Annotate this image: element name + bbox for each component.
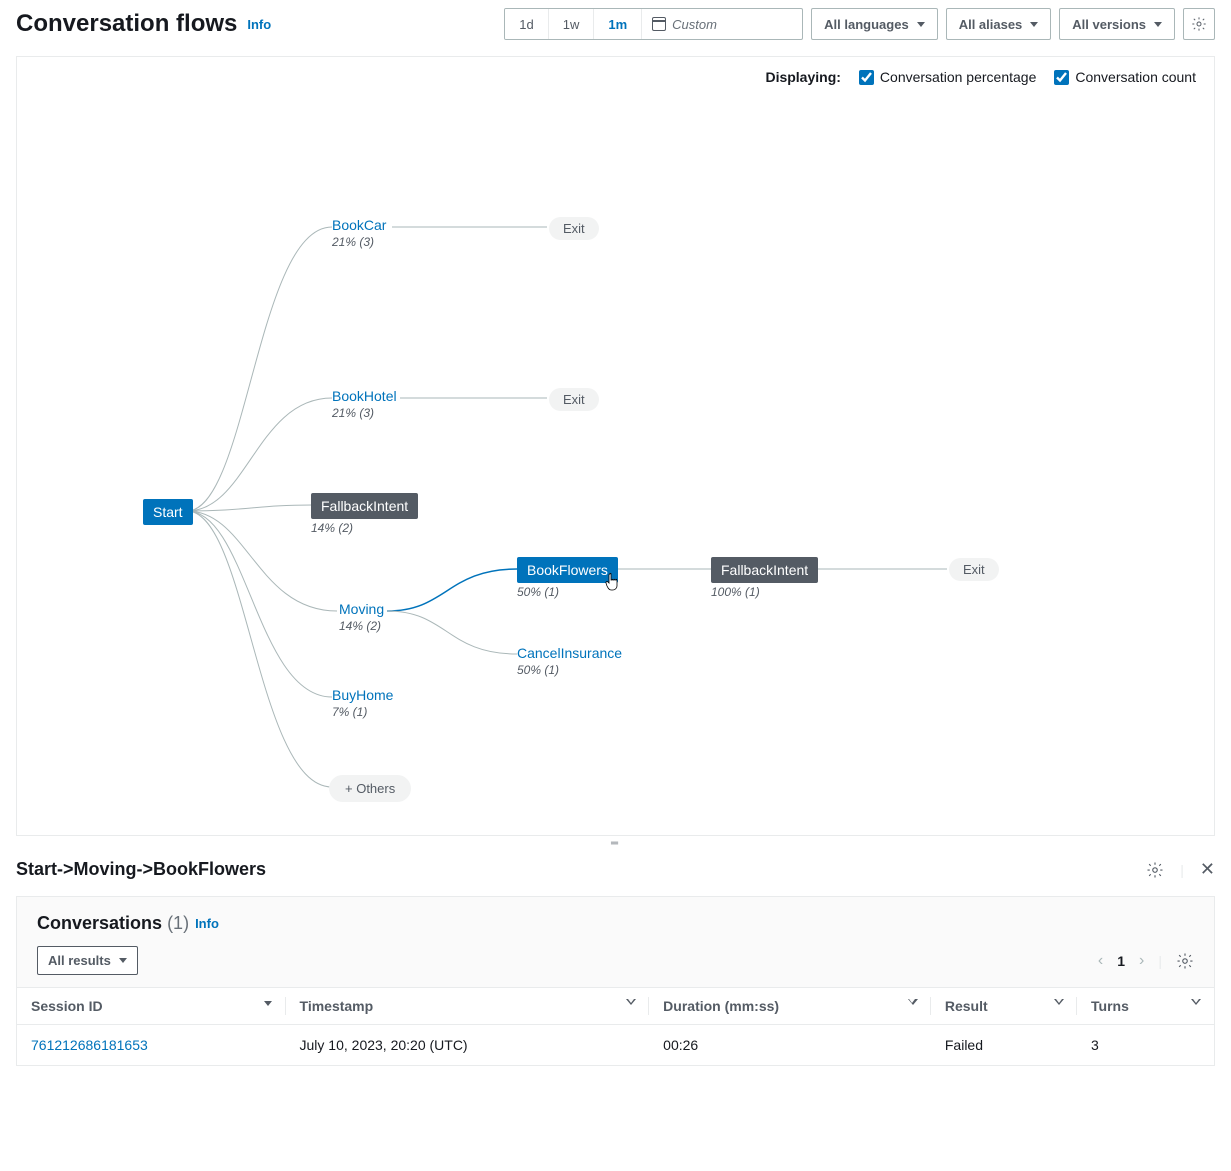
sort-icon	[627, 1001, 635, 1006]
breadcrumb-path: Start->Moving->BookFlowers	[16, 859, 266, 880]
conversations-title: Conversations (1)	[37, 913, 189, 934]
versions-dropdown[interactable]: All versions	[1059, 8, 1175, 40]
languages-dropdown[interactable]: All languages	[811, 8, 938, 40]
node-fallback[interactable]: FallbackIntent 14% (2)	[311, 493, 418, 535]
flow-edges	[17, 57, 1214, 835]
gear-icon	[1191, 16, 1207, 32]
conversations-table: Session ID Timestamp Duration (mm:ss) Re…	[17, 987, 1214, 1065]
time-range-1d[interactable]: 1d	[505, 9, 548, 39]
page-title: Conversation flows	[16, 10, 237, 38]
close-icon[interactable]: ✕	[1200, 859, 1215, 880]
panel-drag-handle[interactable]: ═	[0, 836, 1231, 851]
pagination: ‹ 1 › |	[1098, 952, 1194, 970]
settings-button[interactable]	[1183, 8, 1215, 40]
cell-timestamp: July 10, 2023, 20:20 (UTC)	[286, 1025, 650, 1066]
sort-icon	[264, 1001, 272, 1006]
next-page-button[interactable]: ›	[1139, 952, 1144, 970]
custom-date-input[interactable]: Custom	[642, 9, 802, 39]
time-range-1m[interactable]: 1m	[594, 9, 642, 39]
exit-node[interactable]: Exit	[549, 388, 599, 411]
col-timestamp[interactable]: Timestamp	[286, 988, 650, 1025]
node-cancelinsurance[interactable]: CancelInsurance 50% (1)	[517, 645, 622, 677]
exit-node[interactable]: Exit	[549, 217, 599, 240]
exit-node[interactable]: Exit	[949, 558, 999, 581]
cell-turns: 3	[1077, 1025, 1214, 1066]
time-range-1w[interactable]: 1w	[549, 9, 595, 39]
node-buyhome[interactable]: BuyHome 7% (1)	[332, 687, 393, 719]
flow-canvas: Displaying: Conversation percentage Conv…	[16, 56, 1215, 836]
node-bookflowers[interactable]: BookFlowers 50% (1)	[517, 557, 618, 599]
calendar-icon	[652, 17, 666, 31]
col-duration[interactable]: Duration (mm:ss)	[649, 988, 931, 1025]
node-fallback-2[interactable]: FallbackIntent 100% (1)	[711, 557, 818, 599]
node-others[interactable]: + Others	[329, 775, 411, 802]
sort-icon	[1055, 1001, 1063, 1006]
results-filter-dropdown[interactable]: All results	[37, 946, 138, 975]
caret-down-icon	[1030, 22, 1038, 27]
node-start[interactable]: Start	[143, 499, 193, 525]
caret-down-icon	[917, 22, 925, 27]
conversations-card: Conversations (1) Info All results ‹ 1 ›…	[16, 896, 1215, 1066]
node-bookhotel[interactable]: BookHotel 21% (3)	[332, 388, 397, 420]
info-link[interactable]: Info	[247, 17, 271, 32]
cell-result: Failed	[931, 1025, 1077, 1066]
caret-down-icon	[1154, 22, 1162, 27]
session-id-link[interactable]: 761212686181653	[31, 1037, 148, 1053]
col-result[interactable]: Result	[931, 988, 1077, 1025]
node-bookcar[interactable]: BookCar 21% (3)	[332, 217, 386, 249]
prev-page-button[interactable]: ‹	[1098, 952, 1103, 970]
sort-icon	[1192, 1001, 1200, 1006]
table-row: 761212686181653 July 10, 2023, 20:20 (UT…	[17, 1025, 1214, 1066]
node-moving[interactable]: Moving 14% (2)	[339, 601, 384, 633]
col-session-id[interactable]: Session ID	[17, 988, 286, 1025]
aliases-dropdown[interactable]: All aliases	[946, 8, 1052, 40]
gear-icon[interactable]	[1176, 952, 1194, 970]
gear-icon[interactable]	[1146, 861, 1164, 879]
col-turns[interactable]: Turns	[1077, 988, 1214, 1025]
info-link[interactable]: Info	[195, 916, 219, 931]
page-number: 1	[1117, 953, 1125, 969]
time-range-selector: 1d 1w 1m Custom	[504, 8, 803, 40]
sort-icon	[909, 1001, 917, 1006]
custom-date-placeholder: Custom	[672, 17, 717, 32]
caret-down-icon	[119, 958, 127, 963]
cell-duration: 00:26	[649, 1025, 931, 1066]
